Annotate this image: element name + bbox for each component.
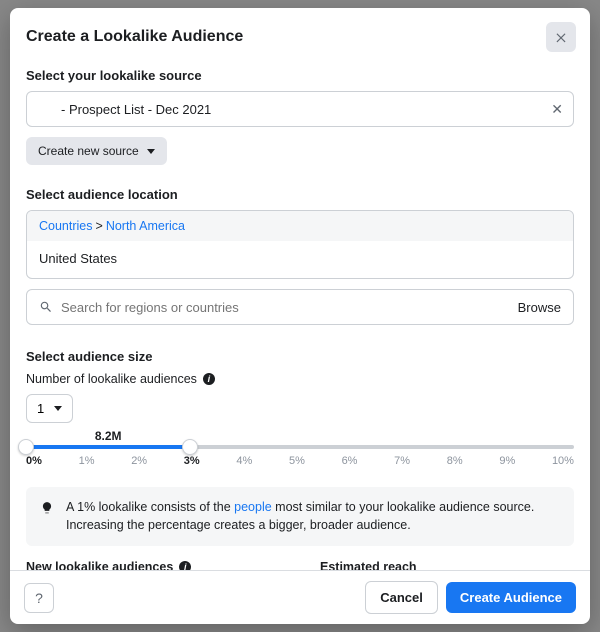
hint-text: A 1% lookalike consists of the people mo… xyxy=(66,499,560,534)
caret-down-icon xyxy=(54,406,62,411)
slider-handle-end[interactable] xyxy=(182,439,198,455)
create-lookalike-modal: Create a Lookalike Audience Select your … xyxy=(10,8,590,624)
slider-tick: 5% xyxy=(289,455,305,467)
hint-prefix: A 1% lookalike consists of the xyxy=(66,500,234,514)
modal-footer: ? Cancel Create Audience xyxy=(10,570,590,624)
number-of-audiences-label: Number of lookalike audiences i xyxy=(26,372,574,386)
slider-ticks: 0% 1% 2% 3% 4% 5% 6% 7% 8% 9% 10% xyxy=(26,455,574,467)
help-icon: ? xyxy=(35,590,43,606)
cancel-button[interactable]: Cancel xyxy=(365,581,438,614)
size-slider[interactable]: 8.2M 0%1%2%3%4%5%6%7%8%9%10% xyxy=(26,445,574,467)
number-of-audiences-select[interactable]: 1 xyxy=(26,394,73,423)
location-box: Countries>North America United States xyxy=(26,210,574,279)
info-icon[interactable]: i xyxy=(203,373,215,385)
new-audiences-label: New lookalike audiences i xyxy=(26,560,280,570)
slider-tick: 0% xyxy=(26,455,42,467)
create-new-source-button[interactable]: Create new source xyxy=(26,137,167,165)
estimated-reach-label: Estimated reach xyxy=(320,560,574,570)
slider-value-label: 8.2M xyxy=(95,429,122,443)
slider-tick: 9% xyxy=(499,455,515,467)
source-input[interactable]: - Prospect List - Dec 2021 ✕ xyxy=(26,91,574,127)
breadcrumb-region-link[interactable]: North America xyxy=(106,219,185,233)
new-audiences-col: New lookalike audiences i 3% of US - - P… xyxy=(26,560,280,570)
slider-tick: 10% xyxy=(552,455,574,467)
slider-tick: 6% xyxy=(342,455,358,467)
caret-down-icon xyxy=(147,149,155,154)
slider-handle-start[interactable] xyxy=(18,439,34,455)
slider-fill xyxy=(26,445,190,449)
info-icon[interactable]: i xyxy=(179,561,191,570)
summary-row: New lookalike audiences i 3% of US - - P… xyxy=(26,560,574,570)
clear-source-button[interactable]: ✕ xyxy=(551,101,563,118)
number-value: 1 xyxy=(37,401,44,416)
modal-header: Create a Lookalike Audience xyxy=(10,8,590,62)
people-link[interactable]: people xyxy=(234,500,272,514)
location-section-label: Select audience location xyxy=(26,187,574,202)
close-icon xyxy=(554,30,568,44)
new-audiences-label-text: New lookalike audiences xyxy=(26,560,173,570)
close-button[interactable] xyxy=(546,22,576,52)
browse-button[interactable]: Browse xyxy=(518,300,561,315)
source-value: - Prospect List - Dec 2021 xyxy=(37,102,211,117)
slider-track xyxy=(26,445,574,449)
search-icon xyxy=(39,300,53,314)
slider-tick: 4% xyxy=(236,455,252,467)
estimated-reach-col: Estimated reach 8,200,000people xyxy=(320,560,574,570)
help-button[interactable]: ? xyxy=(24,583,54,613)
location-search-input[interactable] xyxy=(61,300,510,315)
location-breadcrumb: Countries>North America xyxy=(27,211,573,241)
slider-tick: 7% xyxy=(394,455,410,467)
source-section-label: Select your lookalike source xyxy=(26,68,574,83)
slider-tick: 2% xyxy=(131,455,147,467)
create-new-source-label: Create new source xyxy=(38,144,139,158)
size-section: Select audience size Number of lookalike… xyxy=(26,349,574,570)
location-search-row: Browse xyxy=(26,289,574,325)
hint-box: A 1% lookalike consists of the people mo… xyxy=(26,487,574,546)
modal-body: Select your lookalike source - Prospect … xyxy=(10,62,590,570)
breadcrumb-countries-link[interactable]: Countries xyxy=(39,219,93,233)
slider-tick: 8% xyxy=(447,455,463,467)
number-label-text: Number of lookalike audiences xyxy=(26,372,197,386)
slider-tick: 3% xyxy=(184,455,200,467)
size-section-label: Select audience size xyxy=(26,349,574,364)
location-selected: United States xyxy=(27,241,573,278)
modal-title: Create a Lookalike Audience xyxy=(26,28,243,46)
create-audience-button[interactable]: Create Audience xyxy=(446,582,576,613)
lightbulb-icon xyxy=(40,501,54,515)
slider-tick: 1% xyxy=(79,455,95,467)
